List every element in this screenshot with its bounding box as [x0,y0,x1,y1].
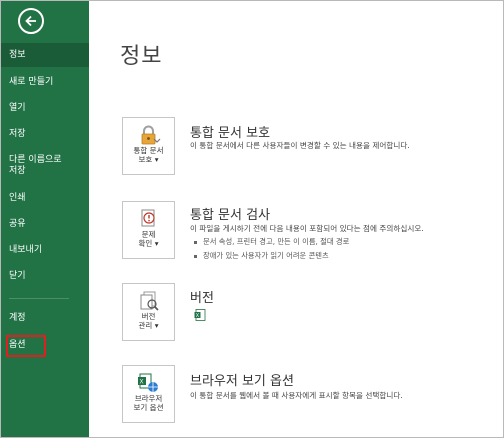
bullet-marker [194,254,197,258]
versions-icon [140,291,159,311]
sidebar-item-label: 공유 [9,219,26,229]
tile-label: 문제 [141,230,156,239]
page-title: 정보 [120,44,163,69]
svg-text:X: X [139,380,143,386]
tile-label: 통합 문서 [133,146,164,155]
backstage-window: 정보 새로 만들기 열기 저장 다른 이름으로 저장 인쇄 공유 내보내기 닫기… [0,0,504,438]
bullet-marker [194,240,197,244]
sidebar-item-export[interactable]: 내보내기 [1,245,89,256]
backstage-sidebar: 정보 새로 만들기 열기 저장 다른 이름으로 저장 인쇄 공유 내보내기 닫기… [1,1,89,437]
tile-label: 보호 ▾ [139,155,159,164]
inspect-document-icon [141,209,155,227]
sidebar-item-label: 계정 [9,313,26,323]
section-desc-protect: 이 통합 문서에서 다른 사용자들이 변경할 수 있는 내용을 제어합니다. [190,141,410,150]
section-title-protect: 통합 문서 보호 [190,126,271,141]
manage-versions-button[interactable]: 버전 관리 ▾ [122,283,175,341]
tile-label-text: 보호 [138,155,153,164]
tile-label: 관리 ▾ [139,321,159,330]
section-desc-inspect: 이 파일을 게시하기 전에 다음 내용이 포함되어 있다는 점에 주의하십시오. [190,224,424,233]
section-desc-browser: 이 통합 문서를 웹에서 볼 때 사용자에게 표시할 항목을 선택합니다. [190,391,403,400]
inspect-bullet: 장애가 있는 사용자가 읽기 어려운 콘텐츠 [194,251,329,261]
sidebar-divider [9,298,69,299]
sidebar-item-save[interactable]: 저장 [1,129,89,140]
sidebar-item-label: 저장 [9,129,26,139]
tile-label: 버전 [141,312,156,321]
tile-label-text: 관리 [138,321,153,330]
dropdown-caret-icon: ▾ [154,239,159,248]
sidebar-item-label: 인쇄 [9,193,26,203]
sidebar-item-label: 저장 [9,166,26,176]
browser-options-icon: X [137,373,158,392]
sidebar-item-label: 새로 만들기 [9,77,54,87]
sidebar-item-new[interactable]: 새로 만들기 [1,77,89,88]
sidebar-item-close[interactable]: 닫기 [1,271,89,282]
sidebar-item-label: 열기 [9,103,26,113]
tile-label-text: 확인 [138,239,153,248]
sidebar-item-save-as[interactable]: 다른 이름으로 저장 [1,155,89,177]
inspect-bullet: 문서 속성, 프린터 경고, 만든 이 이름, 절대 경로 [194,237,349,247]
tile-label: 보기 옵션 [133,403,164,412]
section-title-versions: 버전 [190,291,214,306]
section-title-browser: 브라우저 보기 옵션 [190,374,294,389]
sidebar-item-account[interactable]: 계정 [1,313,89,324]
options-highlight-box [6,335,46,357]
sidebar-item-share[interactable]: 공유 [1,219,89,230]
protect-workbook-button[interactable]: 통합 문서 보호 ▾ [122,117,175,175]
bullet-text: 장애가 있는 사용자가 읽기 어려운 콘텐츠 [203,251,329,260]
sidebar-item-label: 정보 [9,50,26,60]
section-title-inspect: 통합 문서 검사 [190,208,271,223]
back-arrow-icon [25,15,36,27]
sidebar-item-label: 닫기 [9,271,26,281]
check-for-issues-button[interactable]: 문제 확인 ▾ [122,201,175,259]
sidebar-item-label: 내보내기 [9,245,43,255]
sidebar-item-label: 다른 이름으로 [9,155,62,165]
bullet-text: 문서 속성, 프린터 경고, 만든 이 이름, 절대 경로 [203,237,350,246]
dropdown-caret-icon: ▾ [154,321,159,330]
tile-label: 브라우저 [134,394,163,403]
sidebar-item-open[interactable]: 열기 [1,103,89,114]
excel-file-icon: X [194,306,206,325]
lock-icon [141,125,160,145]
sidebar-item-print[interactable]: 인쇄 [1,193,89,204]
dropdown-caret-icon: ▾ [154,155,159,164]
browser-view-options-button[interactable]: X 브라우저 보기 옵션 [122,365,175,423]
back-button[interactable] [18,8,44,34]
sidebar-item-info[interactable]: 정보 [1,43,89,67]
tile-label: 확인 ▾ [139,239,159,248]
